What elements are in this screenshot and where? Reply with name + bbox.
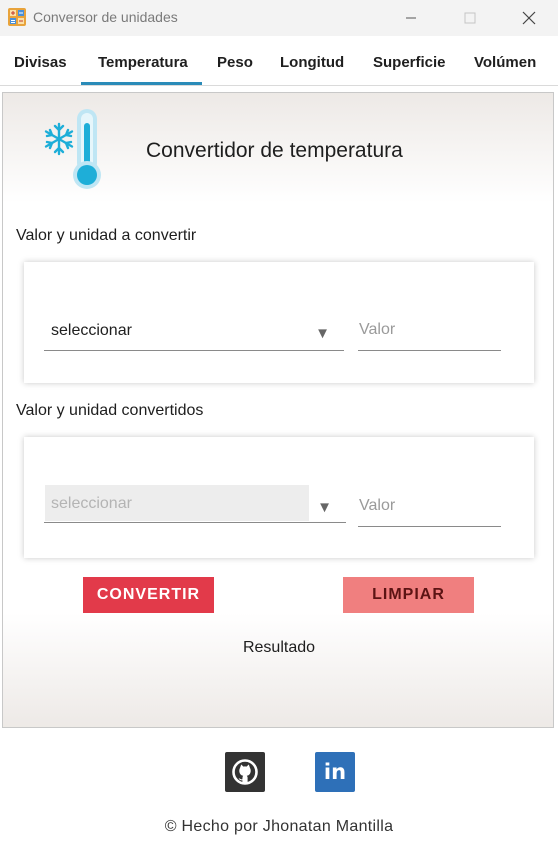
tab-volumen[interactable]: Volúmen <box>474 54 536 71</box>
tab-superficie[interactable]: Superficie <box>373 54 446 71</box>
input-value-placeholder: Valor <box>359 321 396 338</box>
tab-temperatura[interactable]: Temperatura <box>98 54 188 71</box>
github-icon <box>232 759 258 785</box>
thermometer-snowflake-icon <box>44 109 101 189</box>
minimize-icon <box>406 17 416 19</box>
output-value-placeholder: Valor <box>359 497 396 514</box>
github-link[interactable] <box>225 752 265 792</box>
page-title: Convertidor de temperatura <box>146 139 403 162</box>
output-value-field: Valor <box>358 497 501 527</box>
maximize-icon <box>464 12 476 24</box>
to-unit-select: seleccionar ▼ <box>44 485 346 523</box>
calculator-icon <box>8 8 26 26</box>
convert-button[interactable]: CONVERTIR <box>83 577 214 613</box>
from-unit-select[interactable]: seleccionar ▼ <box>44 313 344 351</box>
close-icon <box>522 11 536 25</box>
input-value-field[interactable]: Valor <box>358 321 501 351</box>
credit-text: © Hecho por Jhonatan Mantilla <box>164 818 394 835</box>
output-card: seleccionar ▼ Valor <box>24 437 534 558</box>
title-bar: Conversor de unidades <box>0 0 558 36</box>
input-card: seleccionar ▼ Valor <box>24 262 534 383</box>
linkedin-icon: in <box>323 760 347 784</box>
dropdown-arrow-icon: ▼ <box>317 499 332 516</box>
tab-divisas[interactable]: Divisas <box>14 54 67 71</box>
linkedin-link[interactable]: in <box>315 752 355 792</box>
active-tab-indicator <box>81 82 202 85</box>
converter-panel: Convertidor de temperatura Valor y unida… <box>2 92 554 728</box>
minimize-button[interactable] <box>388 0 434 36</box>
from-unit-select-value: seleccionar <box>51 322 132 339</box>
maximize-button[interactable] <box>447 0 493 36</box>
input-section-label: Valor y unidad a convertir <box>16 227 197 244</box>
close-button[interactable] <box>506 0 552 36</box>
output-section-label: Valor y unidad convertidos <box>16 402 204 419</box>
tab-longitud[interactable]: Longitud <box>280 54 344 71</box>
tab-bar: Divisas Temperatura Peso Longitud Superf… <box>0 36 558 86</box>
dropdown-arrow-icon: ▼ <box>315 325 330 342</box>
clear-button[interactable]: LIMPIAR <box>343 577 474 613</box>
tab-peso[interactable]: Peso <box>217 54 253 71</box>
result-text: Resultado <box>242 639 316 656</box>
window-title: Conversor de unidades <box>33 9 178 25</box>
to-unit-select-value: seleccionar <box>51 495 132 512</box>
